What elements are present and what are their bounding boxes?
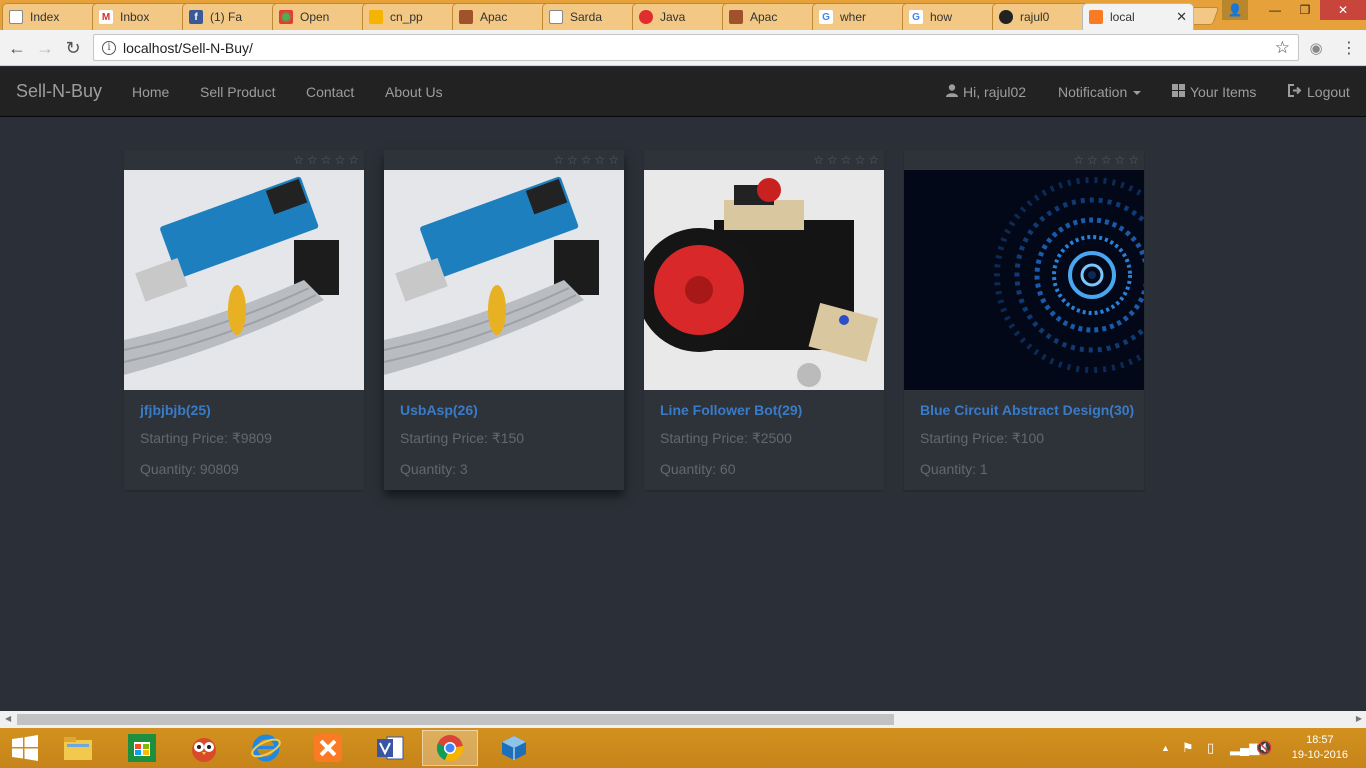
product-quantity: Quantity: 1 (920, 461, 988, 477)
logout-icon (1288, 84, 1302, 100)
chrome-icon[interactable] (422, 730, 478, 766)
site-navbar: Sell-N-Buy Home Sell Product Contact Abo… (0, 67, 1366, 117)
back-arrow-icon[interactable]: ← (6, 37, 28, 59)
bookmark-star-icon[interactable]: ☆ (1275, 38, 1290, 58)
product-title-link[interactable]: Blue Circuit Abstract Design(30) (920, 402, 1134, 418)
usbasp-programmer-image[interactable] (124, 170, 364, 390)
scroll-left-arrow-icon[interactable]: ◀ (5, 714, 11, 723)
user-icon (946, 84, 958, 100)
product-card[interactable]: ☆☆☆☆☆ UsbAsp(26) Starting Price: ₹150 Qu… (384, 150, 624, 490)
owl-app-icon[interactable] (176, 730, 232, 766)
file-explorer-icon[interactable] (50, 730, 106, 766)
close-tab-icon[interactable]: ✕ (1176, 9, 1187, 25)
blue-circuit-image[interactable] (904, 170, 1144, 390)
oracle-icon (639, 10, 653, 24)
product-title-link[interactable]: jfjbjbjb(25) (140, 402, 211, 418)
rating-stars[interactable]: ☆☆☆☆☆ (293, 153, 362, 167)
rating-stars[interactable]: ☆☆☆☆☆ (813, 153, 882, 167)
network-icon[interactable]: ▂▄▆ (1230, 740, 1259, 756)
github-icon (999, 10, 1013, 24)
gmail-icon: M (99, 10, 113, 24)
browser-toolbar: ← → ↻ i localhost/Sell-N-Buy/ ☆ ◉ ⋮ (0, 30, 1366, 66)
menu-icon[interactable]: ⋮ (1338, 37, 1360, 59)
scroll-right-arrow-icon[interactable]: ▶ (1356, 714, 1362, 723)
rating-stars[interactable]: ☆☆☆☆☆ (553, 153, 622, 167)
product-quantity: Quantity: 60 (660, 461, 736, 477)
page-icon (9, 10, 23, 24)
windows-store-icon[interactable] (114, 730, 170, 766)
internet-explorer-icon[interactable] (238, 730, 294, 766)
nav-logout[interactable]: Logout (1288, 84, 1350, 100)
extension-icon[interactable]: ◉ (1305, 37, 1327, 59)
slides-icon (369, 10, 383, 24)
xampp-icon[interactable] (300, 730, 356, 766)
caret-down-icon (1133, 91, 1142, 96)
nav-about-us[interactable]: About Us (385, 84, 443, 100)
nav-home[interactable]: Home (132, 84, 169, 100)
product-card[interactable]: ☆☆☆☆☆ Line Follower Bot(29) Starting Pri… (644, 150, 884, 490)
browser-tab-active[interactable]: local ✕ (1082, 3, 1194, 30)
reload-icon[interactable]: ↻ (62, 37, 84, 59)
clock-date: 19-10-2016 (1291, 749, 1348, 761)
windows-taskbar: ▲ ⚑ ▯ ▂▄▆ 🔇 18:57 19-10-2016 (0, 728, 1366, 768)
page-icon (549, 10, 563, 24)
product-price: Starting Price: ₹100 (920, 430, 1045, 446)
power-icon[interactable]: ▯ (1207, 740, 1214, 756)
flag-icon[interactable]: ⚑ (1182, 740, 1194, 756)
grid-icon (1172, 84, 1185, 100)
openhub-icon (279, 10, 293, 24)
url-text: localhost/Sell-N-Buy/ (123, 39, 253, 56)
address-bar[interactable]: i localhost/Sell-N-Buy/ ☆ (93, 34, 1299, 61)
product-price: Starting Price: ₹2500 (660, 430, 792, 446)
product-price: Starting Price: ₹150 (400, 430, 525, 446)
product-quantity: Quantity: 3 (400, 461, 468, 477)
facebook-icon: f (189, 10, 203, 24)
maximize-button[interactable]: ❐ (1290, 0, 1320, 20)
rating-stars[interactable]: ☆☆☆☆☆ (1073, 153, 1142, 167)
site-brand[interactable]: Sell-N-Buy (16, 81, 102, 102)
xampp-icon (1089, 10, 1103, 24)
close-window-button[interactable]: ✕ (1320, 0, 1366, 20)
scrollbar-thumb[interactable] (17, 714, 894, 725)
product-title-link[interactable]: Line Follower Bot(29) (660, 402, 802, 418)
browser-tab-strip: Index✕ MInbox✕ f(1) Fa✕ Open✕ cn_pp✕ Apa… (0, 0, 1366, 30)
apache-icon (729, 10, 743, 24)
product-card[interactable]: ☆☆☆☆☆ Blue Circuit Abstract Design(30) S… (904, 150, 1144, 490)
product-price: Starting Price: ₹9809 (140, 430, 272, 446)
windows-start-icon[interactable] (0, 730, 50, 766)
window-controls: 👤 — ❐ ✕ (1222, 0, 1366, 20)
virtualbox-icon[interactable] (486, 730, 542, 766)
volume-icon[interactable]: 🔇 (1256, 740, 1272, 756)
robot-image[interactable] (644, 170, 884, 390)
user-profile-icon[interactable]: 👤 (1222, 0, 1248, 20)
product-title-link[interactable]: UsbAsp(26) (400, 402, 478, 418)
info-icon[interactable]: i (102, 40, 116, 55)
google-icon: G (909, 10, 923, 24)
nav-notification-dropdown[interactable]: Notification (1058, 84, 1142, 100)
nav-contact[interactable]: Contact (306, 84, 354, 100)
nav-user-greeting[interactable]: Hi, rajul02 (946, 84, 1026, 100)
nav-your-items[interactable]: Your Items (1172, 84, 1256, 100)
show-hidden-icons-icon[interactable]: ▲ (1161, 743, 1170, 753)
forward-arrow-icon[interactable]: → (34, 37, 56, 59)
visio-icon[interactable] (362, 730, 418, 766)
google-icon: G (819, 10, 833, 24)
horizontal-scrollbar[interactable]: ◀ ▶ (0, 711, 1366, 728)
minimize-button[interactable]: — (1260, 0, 1290, 20)
system-clock[interactable]: 18:57 19-10-2016 (1292, 733, 1348, 763)
nav-sell-product[interactable]: Sell Product (200, 84, 275, 100)
product-card[interactable]: ☆☆☆☆☆ jfjbjbjb(25) Starting Price: ₹9809… (124, 150, 364, 490)
apache-icon (459, 10, 473, 24)
clock-time: 18:57 (1306, 734, 1334, 746)
usbasp-programmer-image[interactable] (384, 170, 624, 390)
product-quantity: Quantity: 90809 (140, 461, 239, 477)
